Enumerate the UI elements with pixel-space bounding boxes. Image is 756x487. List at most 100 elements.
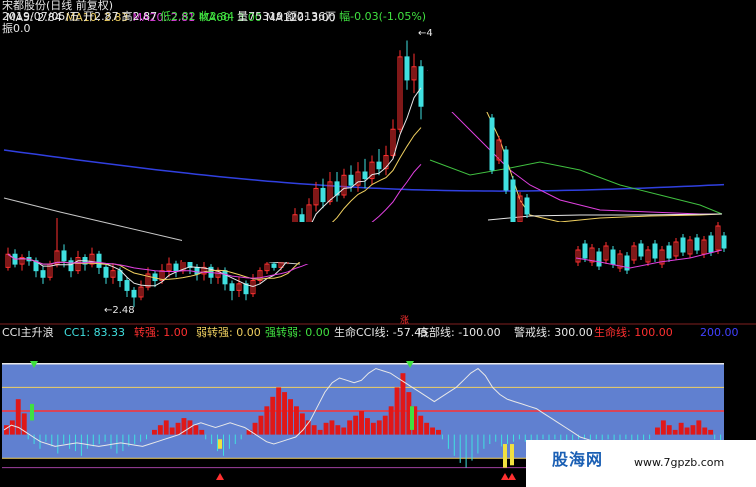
- candle-body: [503, 149, 509, 191]
- candle-body: [40, 270, 46, 278]
- quote-item-5: 量75319: [237, 10, 284, 23]
- cci-bar: [217, 434, 218, 452]
- candle-body: [404, 56, 410, 81]
- quote-item-1: 开2.87: [83, 10, 119, 23]
- cci-bar: [696, 420, 702, 435]
- cci-bar: [678, 422, 684, 435]
- cci-bar: [542, 434, 544, 440]
- cci-bar: [459, 434, 461, 463]
- strong-to-weak-bar: [410, 406, 414, 430]
- indicator-item-6: 警戒线: 300.00: [514, 326, 593, 339]
- candle-body: [418, 66, 424, 107]
- candle-body: [638, 243, 644, 257]
- cci-bar: [418, 415, 424, 435]
- cci-bar: [80, 434, 82, 456]
- cci-bar: [388, 406, 394, 435]
- cci-bar: [9, 420, 15, 435]
- cci-bar: [430, 427, 435, 435]
- candle-body: [362, 171, 368, 180]
- cci-bar: [205, 434, 207, 440]
- cci-bar: [595, 434, 597, 440]
- quote-item-3: 低2.82: [160, 10, 196, 23]
- cci-bar: [45, 434, 47, 442]
- cci-bar: [370, 422, 376, 435]
- quote-item-6: 额2136万: [286, 10, 337, 23]
- cci-bar: [288, 399, 293, 435]
- cci-bar: [317, 429, 323, 435]
- cci-bar: [92, 434, 94, 447]
- candle-body: [173, 263, 179, 272]
- cci-bar: [649, 434, 651, 440]
- cci-bar: [501, 434, 503, 447]
- ma120-line: [3, 149, 725, 192]
- cci-bar: [394, 387, 400, 435]
- watermark-url: www.7gpzb.com: [634, 456, 725, 469]
- cci-bar: [436, 429, 441, 435]
- cci-bar: [299, 413, 305, 435]
- candle-body: [524, 197, 530, 215]
- cci-bar: [489, 434, 491, 444]
- cci-bar: [382, 415, 388, 435]
- cci-bar: [146, 434, 147, 440]
- cci-bar: [15, 399, 21, 435]
- candle-body: [510, 179, 516, 223]
- cci-bar: [163, 420, 169, 435]
- candle-body: [652, 243, 658, 259]
- cci-bar: [607, 434, 609, 440]
- cci-bar: [465, 434, 467, 468]
- candle-body: [194, 266, 200, 275]
- cci-bar: [684, 427, 690, 435]
- cci-bar: [495, 434, 497, 442]
- candle-body: [596, 251, 602, 267]
- cci-bar: [240, 434, 242, 440]
- indicator-item-8: 200.00: [700, 326, 739, 339]
- chart-stage: ←4 ←2.48 涨 宋都股份(日线 前复权) MA5: 2.84 MA10: 2.8…: [0, 0, 756, 487]
- occluder-top-right: [428, 24, 756, 112]
- cci-bar: [359, 411, 364, 435]
- cci-bar: [116, 434, 118, 454]
- cci-bar: [270, 396, 276, 435]
- cci-bar: [134, 434, 136, 444]
- cci-bar: [258, 415, 264, 435]
- indicator-item-7: 生命线: 100.00: [594, 326, 673, 339]
- buy-arrow-icon: [508, 473, 516, 480]
- candle-body: [61, 250, 67, 262]
- candle-body: [582, 243, 588, 259]
- indicator-item-5: 底部线: -100.00: [418, 326, 501, 339]
- weak-to-strong-bar-3: [510, 444, 514, 466]
- strong-to-weak-bar-2: [30, 403, 34, 421]
- cci-bar: [169, 427, 175, 435]
- cci-bar: [211, 434, 213, 444]
- cci-bar: [655, 427, 660, 435]
- buy-arrow-icon: [501, 473, 509, 480]
- candle-body: [376, 161, 382, 170]
- watermark-cn: 股海网: [552, 450, 604, 469]
- candle-body: [680, 237, 686, 253]
- candle-body: [271, 263, 277, 268]
- weak-to-strong-bar: [218, 439, 222, 449]
- cci-bar: [702, 427, 708, 435]
- header-row-2: 2019/07/05/五 开2.87 高2.87 低2.82 收2.84 量75319 额2…: [2, 11, 430, 35]
- cci-bar: [294, 406, 299, 435]
- quote-item-8: 振0.0: [2, 22, 31, 35]
- cci-bar: [69, 434, 71, 449]
- candle-body: [68, 260, 74, 272]
- cci-bar: [708, 429, 714, 435]
- indicator-item-1: 转强: 1.00: [134, 326, 188, 339]
- candle-body: [229, 283, 235, 291]
- cci-bar: [554, 434, 556, 440]
- buy-arrow-icon: [216, 473, 224, 480]
- indicator-legend: CCI主升浪 CC1: 83.33 转强: 1.00 弱转强: 0.00 强转弱: 0…: [0, 326, 756, 340]
- ma5-right: [487, 213, 723, 221]
- indicator-item-2: 弱转强: 0.00: [196, 326, 261, 339]
- quote-item-7: 幅-0.03(-1.05%): [339, 10, 427, 23]
- cci-bar: [625, 434, 627, 440]
- candle-body: [96, 253, 102, 268]
- cci-bar: [507, 434, 508, 444]
- candle-body: [348, 174, 354, 186]
- candle-body: [489, 117, 495, 171]
- cci-bar: [199, 429, 205, 435]
- watermark-logo: 股海网 www.7gpzb.com: [526, 440, 756, 487]
- cci-bar: [714, 434, 716, 440]
- cci-bar: [51, 434, 53, 447]
